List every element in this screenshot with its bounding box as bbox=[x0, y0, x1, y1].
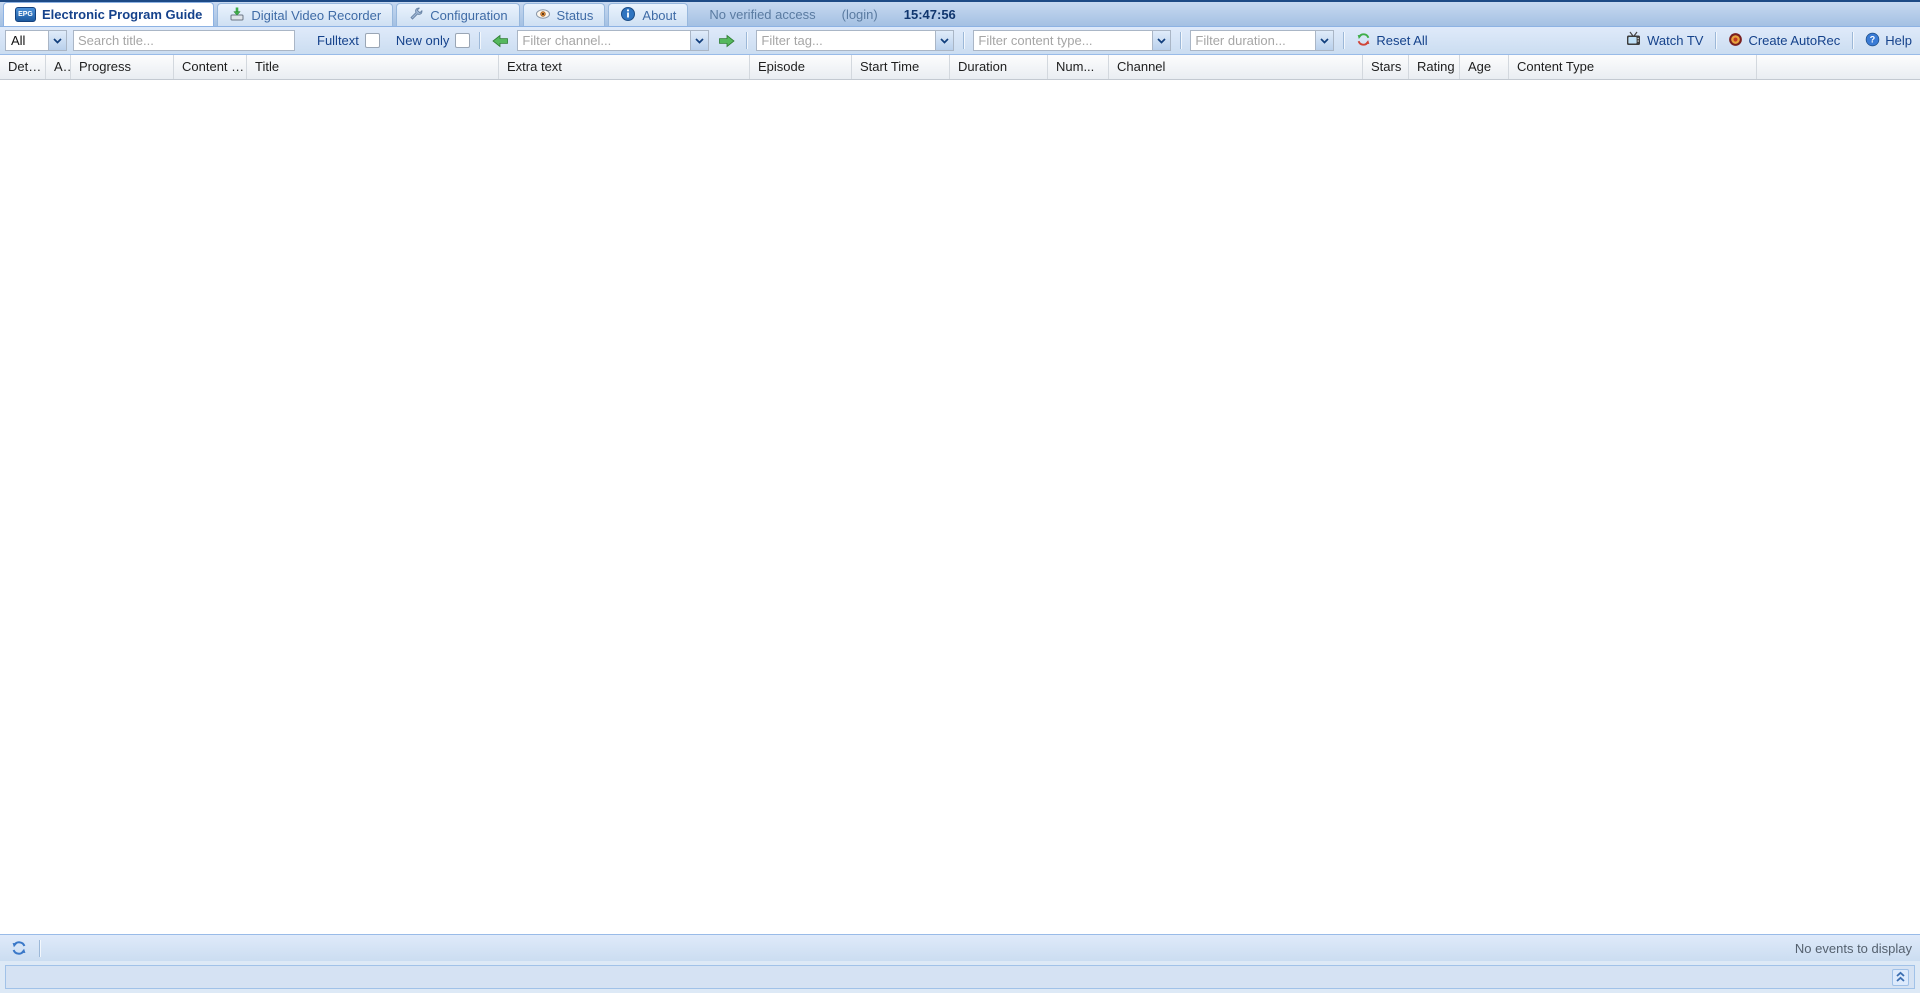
column-header-title[interactable]: Title bbox=[247, 55, 499, 79]
grid-body bbox=[0, 80, 1920, 934]
tab-digital-video-recorder[interactable]: Digital Video Recorder bbox=[217, 3, 393, 26]
create-autorec-label: Create AutoRec bbox=[1748, 33, 1840, 48]
reset-all-label: Reset All bbox=[1376, 33, 1427, 48]
filter-duration-combo[interactable] bbox=[1190, 30, 1334, 51]
info-icon bbox=[620, 6, 636, 25]
main-tab-bar: EPG Electronic Program Guide Digital Vid… bbox=[0, 0, 1920, 27]
toolbar-separator bbox=[746, 32, 747, 49]
epg-mode-select[interactable]: All bbox=[5, 30, 67, 51]
fulltext-label: Fulltext bbox=[317, 33, 359, 48]
column-header-progress[interactable]: Progress bbox=[71, 55, 174, 79]
toolbar-separator bbox=[1715, 32, 1716, 49]
svg-text:?: ? bbox=[1870, 34, 1875, 44]
toolbar-separator bbox=[1180, 32, 1181, 49]
create-autorec-button[interactable]: Create AutoRec bbox=[1725, 30, 1843, 52]
filter-duration-input[interactable] bbox=[1191, 31, 1315, 50]
chevron-down-icon[interactable] bbox=[1152, 31, 1170, 50]
column-header-filler bbox=[1757, 55, 1920, 79]
eye-icon bbox=[535, 6, 551, 25]
column-header-episode[interactable]: Episode bbox=[750, 55, 852, 79]
watch-tv-label: Watch TV bbox=[1647, 33, 1703, 48]
help-icon: ? bbox=[1865, 32, 1880, 50]
filter-channel-combo[interactable] bbox=[517, 30, 709, 51]
tab-label: Digital Video Recorder bbox=[251, 8, 381, 23]
tabbar-right-status: No verified access (login) 15:47:56 bbox=[709, 2, 955, 26]
tab-label: Configuration bbox=[430, 8, 507, 23]
login-link[interactable]: (login) bbox=[842, 7, 878, 22]
search-title-input[interactable] bbox=[74, 31, 294, 50]
tab-about[interactable]: About bbox=[608, 3, 688, 26]
tvheadend-window: EPG Electronic Program Guide Digital Vid… bbox=[0, 0, 1920, 993]
fulltext-checkbox[interactable] bbox=[365, 33, 380, 48]
toolbar-separator bbox=[1343, 32, 1344, 49]
refresh-icon bbox=[11, 940, 27, 956]
autorec-record-icon bbox=[1728, 32, 1743, 50]
chevron-down-icon[interactable] bbox=[48, 31, 66, 50]
epg-icon: EPG bbox=[15, 7, 36, 22]
filter-tag-input[interactable] bbox=[757, 31, 935, 50]
epg-filter-toolbar: All Fulltext New only bbox=[0, 27, 1920, 55]
help-label: Help bbox=[1885, 33, 1912, 48]
paging-status-text: No events to display bbox=[1795, 941, 1912, 956]
filter-channel-input[interactable] bbox=[518, 31, 690, 50]
chevron-down-icon[interactable] bbox=[935, 31, 953, 50]
reset-all-button[interactable]: Reset All bbox=[1353, 30, 1430, 52]
help-button[interactable]: ? Help bbox=[1862, 30, 1915, 52]
expand-panel-button[interactable] bbox=[1892, 969, 1909, 986]
new-only-label: New only bbox=[396, 33, 449, 48]
column-header-content-type[interactable]: Content Type bbox=[1509, 55, 1757, 79]
tab-label: Status bbox=[557, 8, 594, 23]
server-clock: 15:47:56 bbox=[904, 7, 956, 22]
access-status: No verified access bbox=[709, 7, 815, 22]
search-title-field[interactable] bbox=[73, 30, 295, 51]
toolbar-separator bbox=[479, 32, 480, 49]
column-header-rating[interactable]: Rating bbox=[1409, 55, 1460, 79]
wrench-icon bbox=[408, 6, 424, 25]
double-chevron-up-icon bbox=[1895, 971, 1906, 983]
filter-content-type-input[interactable] bbox=[974, 31, 1152, 50]
tab-status[interactable]: Status bbox=[523, 3, 606, 26]
column-header-start-time[interactable]: Start Time bbox=[852, 55, 950, 79]
filter-content-type-combo[interactable] bbox=[973, 30, 1171, 51]
tv-icon bbox=[1625, 31, 1642, 50]
toolbar-separator bbox=[1852, 32, 1853, 49]
column-header-age[interactable]: Age bbox=[1460, 55, 1509, 79]
new-only-checkbox[interactable] bbox=[455, 33, 470, 48]
tab-label: Electronic Program Guide bbox=[42, 7, 202, 22]
toolbar-separator bbox=[963, 32, 964, 49]
next-channel-arrow-icon[interactable] bbox=[715, 31, 737, 51]
refresh-button[interactable] bbox=[8, 937, 30, 959]
previous-channel-arrow-icon[interactable] bbox=[489, 31, 511, 51]
collapsed-south-panel bbox=[5, 965, 1915, 989]
column-header-details[interactable]: Details bbox=[0, 55, 46, 79]
tab-electronic-program-guide[interactable]: EPG Electronic Program Guide bbox=[3, 2, 214, 26]
column-header-a[interactable]: A... bbox=[46, 55, 71, 79]
dvr-download-icon bbox=[229, 6, 245, 25]
column-header-content-ic[interactable]: Content Ic... bbox=[174, 55, 247, 79]
column-header-stars[interactable]: Stars bbox=[1363, 55, 1409, 79]
watch-tv-button[interactable]: Watch TV bbox=[1622, 29, 1706, 52]
toolbar-separator bbox=[39, 940, 40, 957]
column-header-duration[interactable]: Duration bbox=[950, 55, 1048, 79]
column-header-channel[interactable]: Channel bbox=[1109, 55, 1363, 79]
tab-label: About bbox=[642, 8, 676, 23]
chevron-down-icon[interactable] bbox=[690, 31, 708, 50]
reset-refresh-icon bbox=[1356, 32, 1371, 50]
chevron-down-icon[interactable] bbox=[1315, 31, 1333, 50]
grid-header-row: DetailsA...ProgressContent Ic...TitleExt… bbox=[0, 55, 1920, 80]
column-header-num[interactable]: Num... bbox=[1048, 55, 1109, 79]
epg-mode-value: All bbox=[6, 31, 48, 50]
filter-tag-combo[interactable] bbox=[756, 30, 954, 51]
column-header-extra-text[interactable]: Extra text bbox=[499, 55, 750, 79]
paging-toolbar: No events to display bbox=[0, 934, 1920, 961]
tab-configuration[interactable]: Configuration bbox=[396, 3, 519, 26]
